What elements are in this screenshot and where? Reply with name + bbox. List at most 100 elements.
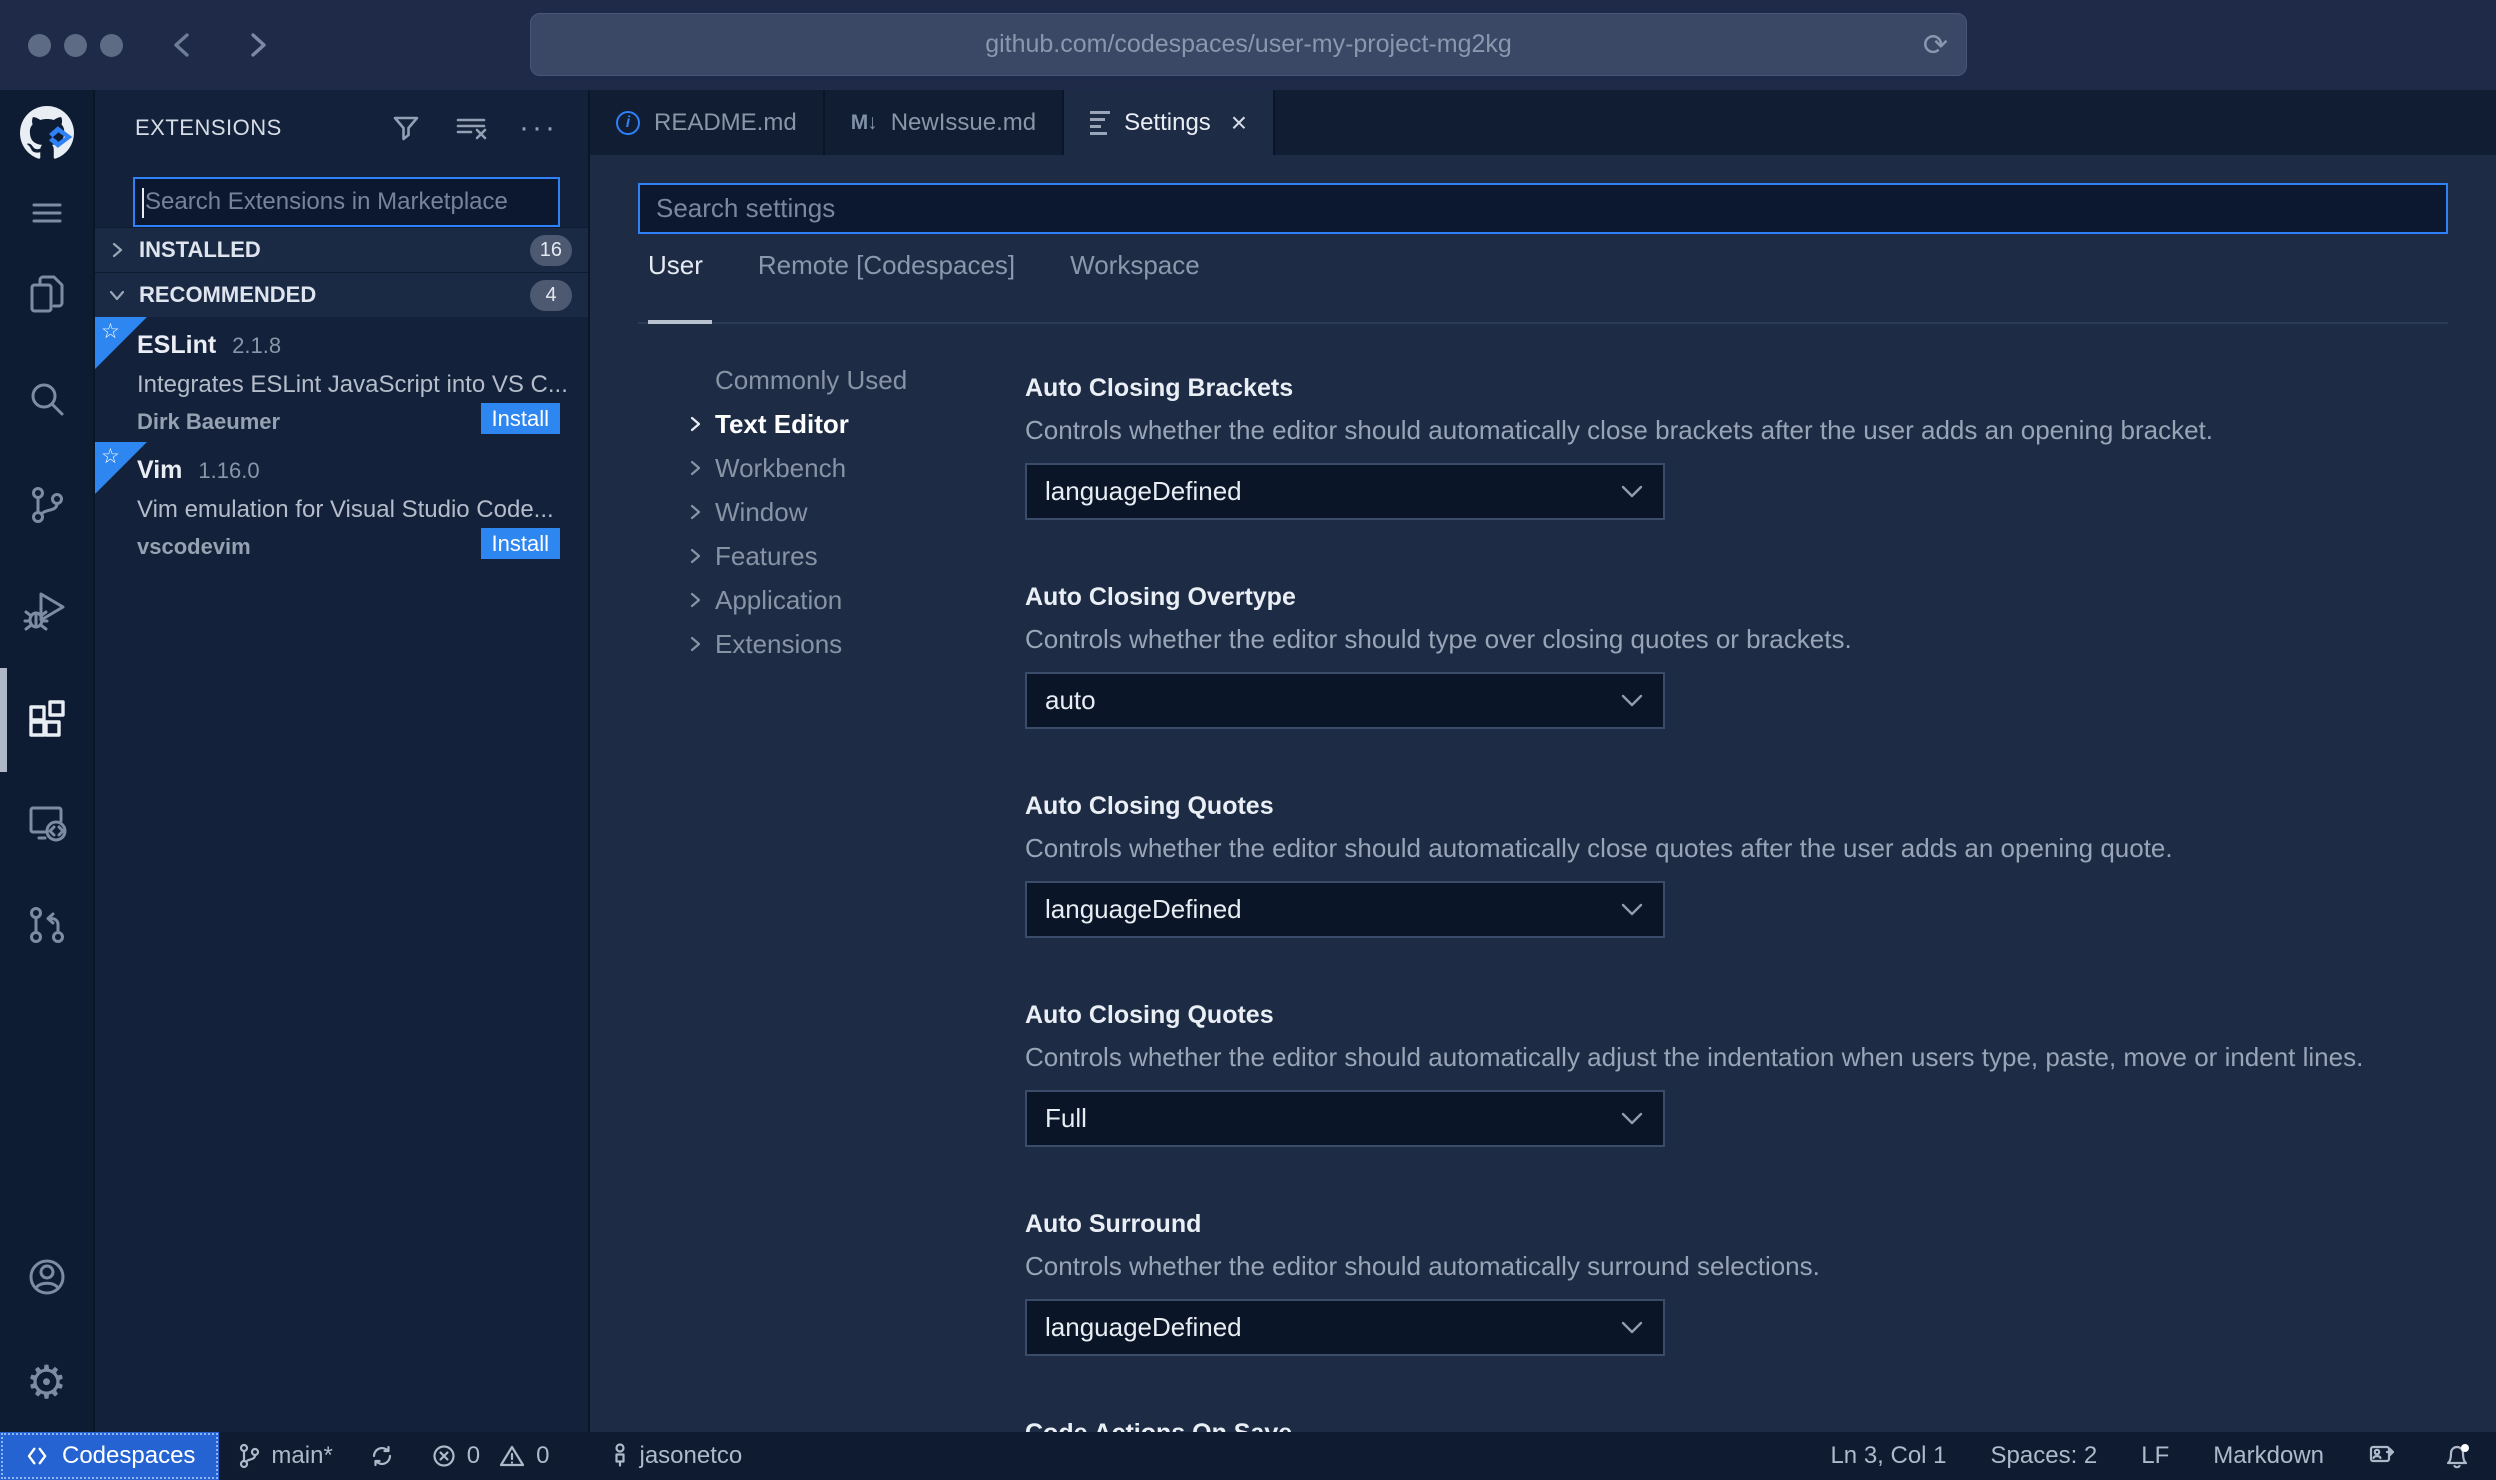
settings-gear-icon[interactable]: ⚙	[0, 1355, 93, 1409]
setting-entry: Auto Closing Overtype Controls whether t…	[1025, 582, 2466, 791]
setting-value-dropdown[interactable]: Full	[1025, 1090, 1665, 1147]
window-minimize-button[interactable]	[64, 33, 87, 57]
chevron-right-icon	[690, 460, 701, 476]
star-icon: ☆	[101, 320, 120, 343]
setting-value-dropdown[interactable]: languageDefined	[1025, 881, 1665, 938]
setting-entry: Auto Closing Quotes Controls whether the…	[1025, 791, 2466, 1000]
problems-status[interactable]: 0 0	[413, 1432, 568, 1480]
window-maximize-button[interactable]	[100, 33, 123, 57]
notifications-bell-icon[interactable]	[2442, 1441, 2472, 1471]
star-icon: ☆	[101, 445, 120, 468]
warning-icon	[500, 1445, 525, 1467]
scope-tab-remote[interactable]: Remote [Codespaces]	[758, 250, 1015, 281]
clear-extension-search-icon[interactable]	[453, 112, 489, 144]
toc-application[interactable]: Application	[685, 578, 1015, 622]
extension-list-item[interactable]: ☆ ESLint 2.1.8 Integrates ESLint JavaScr…	[95, 317, 588, 442]
error-count: 0	[466, 1442, 481, 1469]
setting-description: Controls whether the editor should autom…	[1025, 1042, 2364, 1072]
explorer-icon[interactable]	[0, 268, 93, 322]
tab-label: README.md	[654, 108, 797, 136]
tab-readme[interactable]: i README.md	[590, 90, 825, 155]
menu-icon[interactable]	[0, 186, 93, 240]
setting-entry: Auto Closing Quotes Controls whether the…	[1025, 1000, 2466, 1209]
chevron-down-icon	[1621, 903, 1643, 915]
language-mode[interactable]: Markdown	[2213, 1442, 2324, 1470]
remote-explorer-icon[interactable]	[0, 795, 93, 849]
chevron-down-icon	[1621, 1321, 1643, 1333]
pull-requests-icon[interactable]	[0, 898, 93, 952]
user-status[interactable]: jasonetco	[592, 1432, 761, 1480]
remote-indicator[interactable]: Codespaces	[0, 1432, 220, 1480]
eol-status[interactable]: LF	[2141, 1442, 2169, 1470]
toc-workbench[interactable]: Workbench	[685, 446, 1015, 490]
account-icon[interactable]	[0, 1250, 93, 1304]
scope-tab-workspace[interactable]: Workspace	[1070, 250, 1200, 281]
section-installed[interactable]: INSTALLED 16	[95, 227, 588, 272]
install-button[interactable]: Install	[480, 528, 560, 559]
toc-commonly-used[interactable]: Commonly Used	[685, 358, 1015, 402]
scope-tab-user[interactable]: User	[648, 250, 703, 281]
extension-version: 2.1.8	[232, 333, 282, 358]
install-button[interactable]: Install	[480, 403, 560, 434]
settings-search-box[interactable]	[638, 183, 2448, 234]
indentation-status[interactable]: Spaces: 2	[1991, 1442, 2098, 1470]
toc-features[interactable]: Features	[685, 534, 1015, 578]
setting-entry: Auto Surround Controls whether the edito…	[1025, 1209, 2466, 1418]
extension-description: Vim emulation for Visual Studio Code...	[137, 496, 554, 523]
more-actions-icon[interactable]: ···	[519, 112, 558, 143]
settings-list-icon	[1090, 110, 1111, 135]
filter-icon[interactable]	[389, 111, 423, 145]
extension-list-item[interactable]: ☆ Vim 1.16.0 Vim emulation for Visual St…	[95, 442, 588, 567]
extensions-search-box[interactable]	[133, 177, 560, 227]
run-debug-icon[interactable]	[0, 583, 93, 637]
scope-divider	[638, 322, 2448, 324]
error-icon	[433, 1445, 455, 1467]
chevron-down-icon	[109, 290, 125, 301]
setting-description: Controls whether the editor should autom…	[1025, 833, 2173, 863]
search-icon[interactable]	[0, 373, 93, 427]
github-logo-icon	[0, 106, 93, 160]
toc-window[interactable]: Window	[685, 490, 1015, 534]
settings-search-input[interactable]	[640, 193, 2446, 224]
setting-title: Auto Closing Overtype	[1025, 583, 1296, 611]
toc-extensions[interactable]: Extensions	[685, 622, 1015, 666]
recommended-count-badge: 4	[530, 279, 572, 311]
extension-description: Integrates ESLint JavaScript into VS C..…	[137, 371, 568, 398]
text-cursor	[142, 188, 144, 218]
section-recommended[interactable]: RECOMMENDED 4	[95, 272, 588, 317]
chevron-right-icon	[690, 548, 701, 564]
toc-text-editor[interactable]: Text Editor	[685, 402, 1015, 446]
setting-value-dropdown[interactable]: languageDefined	[1025, 1299, 1665, 1356]
cursor-position[interactable]: Ln 3, Col 1	[1830, 1442, 1946, 1470]
sidebar-title: EXTENSIONS	[135, 114, 282, 140]
screen: github.com/codespaces/user-my-project-mg…	[0, 0, 2496, 1480]
setting-value-dropdown[interactable]: languageDefined	[1025, 463, 1665, 520]
window-close-button[interactable]	[28, 33, 51, 57]
reload-icon[interactable]: ⟳	[1923, 14, 1948, 77]
tab-settings[interactable]: Settings ×	[1064, 90, 1276, 155]
address-bar[interactable]: github.com/codespaces/user-my-project-mg…	[530, 13, 1967, 76]
extensions-search-input[interactable]	[135, 188, 558, 216]
sync-icon	[372, 1445, 391, 1467]
chevron-down-icon	[1621, 1112, 1643, 1124]
extension-version: 1.16.0	[198, 458, 260, 483]
branch-status[interactable]: main*	[219, 1432, 350, 1480]
chevron-right-icon	[690, 504, 701, 520]
tab-newissue[interactable]: M↓ NewIssue.md	[825, 90, 1065, 155]
setting-value-dropdown[interactable]: auto	[1025, 672, 1665, 729]
window-controls[interactable]	[28, 33, 123, 57]
chevron-right-icon	[112, 242, 123, 258]
sync-status[interactable]	[351, 1432, 413, 1480]
close-icon[interactable]: ×	[1231, 108, 1247, 137]
forward-icon[interactable]	[241, 25, 273, 65]
source-control-icon[interactable]	[0, 478, 93, 532]
back-icon[interactable]	[167, 25, 199, 65]
chevron-down-icon	[1621, 694, 1643, 706]
settings-entries: Auto Closing Brackets Controls whether t…	[1025, 373, 2466, 1432]
setting-description: Controls whether the editor should autom…	[1025, 415, 2214, 445]
settings-toc: Commonly Used Text Editor Workbench Wind…	[685, 358, 1015, 666]
chevron-down-icon	[1621, 485, 1643, 497]
extensions-icon[interactable]	[0, 691, 93, 745]
extension-name: ESLint	[137, 331, 217, 359]
feedback-icon[interactable]	[2368, 1442, 2398, 1470]
